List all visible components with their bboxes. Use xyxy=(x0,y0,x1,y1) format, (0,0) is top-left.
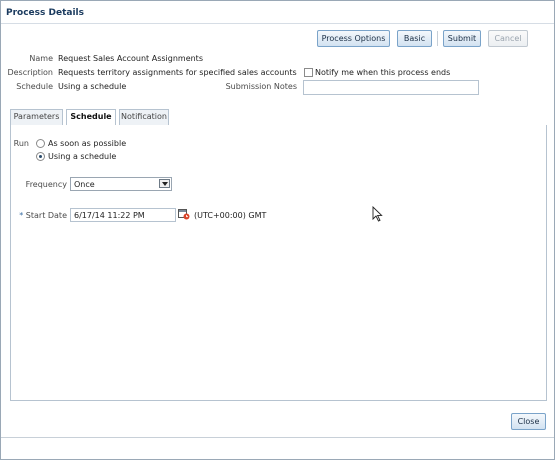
calendar-icon[interactable] xyxy=(178,208,190,220)
frequency-select[interactable]: Once xyxy=(70,177,172,191)
start-date-value: 6/17/14 11:22 PM xyxy=(74,211,145,220)
toolbar-separator xyxy=(437,31,438,46)
tab-schedule[interactable]: Schedule xyxy=(66,109,116,126)
run-asap-radio[interactable] xyxy=(36,139,45,148)
description-label: Description xyxy=(7,68,53,77)
submit-button[interactable]: Submit xyxy=(443,30,481,47)
dialog-title: Process Details xyxy=(6,8,84,18)
run-asap-label: As soon as possible xyxy=(48,139,127,148)
start-date-label: * Start Date xyxy=(11,211,67,220)
schedule-value: Using a schedule xyxy=(58,82,127,91)
mouse-pointer-icon xyxy=(372,205,384,222)
run-schedule-radio[interactable] xyxy=(36,152,45,161)
schedule-label: Schedule xyxy=(16,82,53,91)
title-divider xyxy=(1,23,554,24)
start-date-label-text: Start Date xyxy=(25,211,67,220)
frequency-label: Frequency xyxy=(25,180,67,189)
basic-button[interactable]: Basic xyxy=(397,30,432,47)
required-marker: * xyxy=(19,211,24,220)
process-details-dialog: Process Details Process Options Basic Su… xyxy=(0,0,555,460)
process-options-button[interactable]: Process Options xyxy=(317,30,390,47)
description-value: Requests territory assignments for speci… xyxy=(58,68,297,77)
tab-notification[interactable]: Notification xyxy=(119,109,169,125)
submission-notes-input[interactable] xyxy=(303,80,479,95)
submission-notes-label: Submission Notes xyxy=(225,82,297,91)
chevron-down-icon[interactable] xyxy=(159,179,170,188)
frequency-value: Once xyxy=(74,180,95,189)
timezone-label: (UTC+00:00) GMT xyxy=(194,211,267,220)
name-value: Request Sales Account Assignments xyxy=(58,54,203,63)
name-label: Name xyxy=(29,54,53,63)
close-button[interactable]: Close xyxy=(511,413,546,430)
tab-parameters[interactable]: Parameters xyxy=(10,109,63,125)
start-date-input[interactable]: 6/17/14 11:22 PM xyxy=(70,208,176,222)
footer-divider xyxy=(1,437,554,438)
schedule-panel xyxy=(10,125,547,401)
notify-label: Notify me when this process ends xyxy=(315,68,451,77)
notify-checkbox[interactable] xyxy=(304,68,313,77)
run-label: Run xyxy=(13,139,29,148)
run-schedule-label: Using a schedule xyxy=(48,152,117,161)
cancel-button[interactable]: Cancel xyxy=(488,30,528,47)
